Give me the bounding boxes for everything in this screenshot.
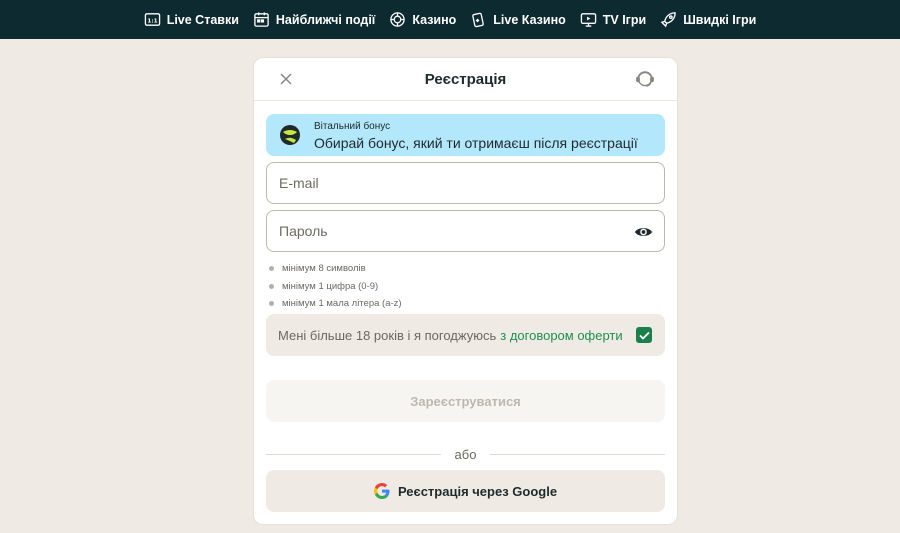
password-rule: мінімум 8 символів: [269, 260, 402, 278]
bullet-icon: [269, 301, 274, 307]
nav-item-label: Швидкі Ігри: [683, 12, 757, 27]
eye-icon[interactable]: [634, 223, 653, 241]
nav-item-label: Казино: [412, 12, 457, 27]
password-rules: мінімум 8 символів мінімум 1 цифра (0-9)…: [269, 260, 402, 313]
or-divider: або: [266, 446, 665, 462]
check-icon: [638, 331, 650, 340]
rocket-icon: [660, 12, 676, 28]
nav-item-label: Live Ставки: [166, 12, 239, 27]
email-field-wrapper: [266, 162, 665, 204]
bullet-icon: [269, 266, 274, 272]
nav-item-tv-games[interactable]: TV Ігри: [580, 11, 646, 28]
top-navigation: 1:1 Live Ставки Найближчі події Казино L…: [0, 0, 900, 39]
nav-item-label: Live Казино: [493, 12, 566, 27]
or-label: або: [454, 446, 477, 462]
bonus-label: Вітальний бонус: [314, 121, 391, 132]
live-bets-icon: 1:1: [144, 13, 160, 26]
offer-agreement-link[interactable]: з договором оферти: [500, 328, 622, 343]
agreement-text: Мені більше 18 років і я погоджуюсь: [278, 327, 497, 343]
registration-modal: Реєстрація Вітальний бонус Обирай бонус,…: [253, 57, 678, 525]
calendar-icon: [254, 12, 269, 27]
close-icon[interactable]: [278, 71, 294, 87]
nav-item-label: Найближчі події: [275, 12, 376, 27]
google-button-label: Реєстрація через Google: [397, 483, 558, 499]
agreement-checkbox[interactable]: [636, 327, 652, 343]
bullet-icon: [269, 283, 274, 289]
casino-chip-icon: [390, 12, 406, 27]
password-field-wrapper: [266, 210, 665, 252]
password-field[interactable]: [267, 211, 664, 251]
bonus-text: Обирай бонус, який ти отримаєш після реє…: [314, 135, 638, 151]
divider-line: [490, 453, 665, 455]
nav-item-live-casino[interactable]: Live Казино: [470, 11, 566, 28]
email-field[interactable]: [267, 163, 664, 203]
divider-line: [266, 453, 441, 455]
age-agreement: Мені більше 18 років і я погоджуюсь з до…: [266, 314, 665, 356]
google-register-button[interactable]: Реєстрація через Google: [266, 470, 665, 512]
welcome-bonus-selector[interactable]: Вітальний бонус Обирай бонус, який ти от…: [266, 114, 665, 156]
nav-item-casino[interactable]: Казино: [389, 11, 456, 28]
password-rule: мінімум 1 мала літера (a-z): [269, 295, 402, 313]
cards-icon: [472, 12, 485, 28]
password-rule: мінімум 1 цифра (0-9): [269, 278, 402, 296]
svg-text:1:1: 1:1: [147, 18, 157, 24]
nav-item-upcoming[interactable]: Найближчі події: [253, 11, 375, 28]
support-icon[interactable]: [635, 69, 655, 89]
bonus-ball-icon: [280, 125, 300, 145]
modal-header: Реєстрація: [254, 58, 677, 101]
google-icon: [373, 483, 390, 499]
nav-item-live-bets[interactable]: 1:1 Live Ставки: [144, 11, 239, 28]
nav-item-label: TV Ігри: [602, 12, 647, 27]
tv-icon: [580, 13, 597, 27]
nav-item-fast-games[interactable]: Швидкі Ігри: [660, 11, 756, 28]
register-button[interactable]: Зареєструватися: [266, 380, 665, 422]
modal-title: Реєстрація: [424, 70, 507, 88]
